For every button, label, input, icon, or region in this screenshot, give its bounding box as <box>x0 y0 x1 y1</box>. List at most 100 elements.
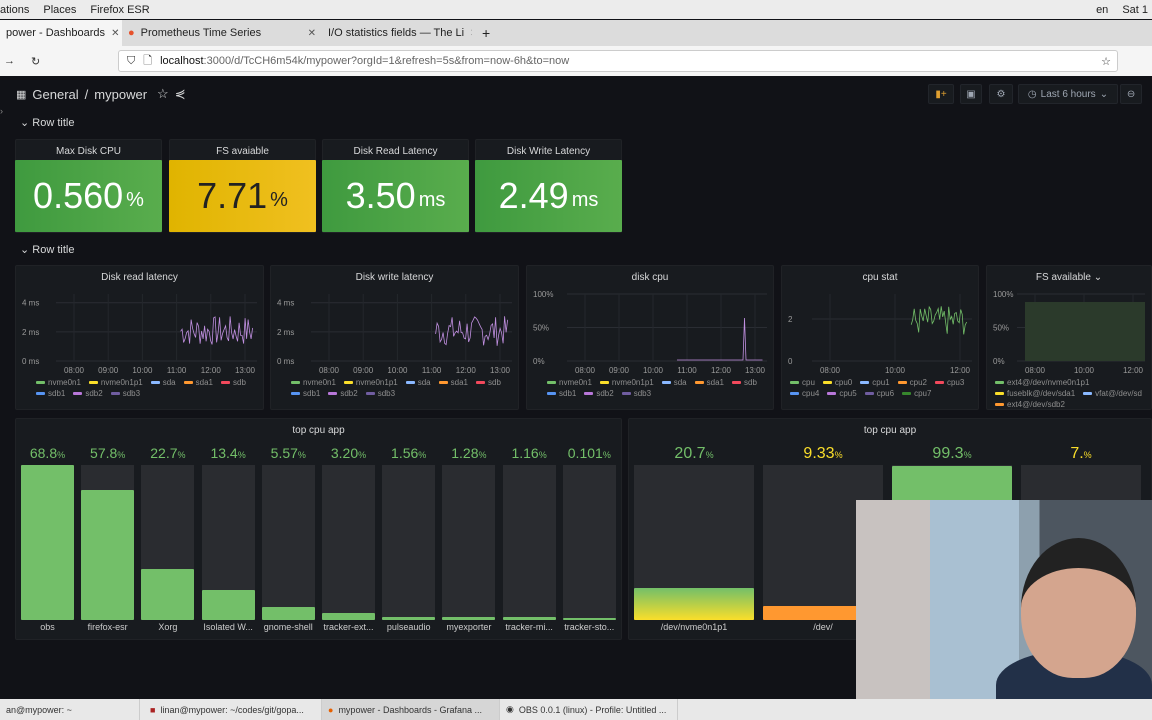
bookmark-star-icon[interactable]: ☆ <box>1101 55 1111 68</box>
legend-item[interactable]: ext4@/dev/nvme0n1p1 <box>995 378 1089 387</box>
legend-item[interactable]: sda <box>661 378 687 387</box>
url-bar[interactable]: ⛉ 🗋 localhost:3000/d/TcCH6m54k/mypower?or… <box>118 50 1118 72</box>
legend-item[interactable]: fuseblk@/dev/sda1 <box>995 389 1075 398</box>
breadcrumb-folder[interactable]: General <box>32 87 78 102</box>
legend-item[interactable]: cpu6 <box>864 389 894 398</box>
bar-value: 3.20% <box>318 445 379 461</box>
row-header[interactable]: ⌄ Row title <box>20 243 74 256</box>
shield-icon[interactable]: ⛉ <box>127 55 135 68</box>
legend-item[interactable]: cpu4 <box>790 389 819 398</box>
tab-prometheus[interactable]: ● Prometheus Time Series ✕ <box>122 20 322 46</box>
legend-item[interactable]: nvme0n1 <box>291 378 336 387</box>
clock[interactable]: Sat 1 <box>1122 4 1148 16</box>
legend-item[interactable]: cpu7 <box>902 389 931 398</box>
bar-gauge[interactable] <box>502 465 556 620</box>
legend-item[interactable]: sda <box>150 378 176 387</box>
legend-item[interactable]: cpu0 <box>822 378 852 387</box>
legend-item[interactable]: cpu <box>790 378 815 387</box>
graph-plot[interactable]: 4 ms 2 ms 0 ms 08:00 09:00 10:00 11:00 12:00 13:… <box>16 266 265 376</box>
legend-item[interactable]: sdb1 <box>291 389 320 398</box>
legend-item[interactable]: nvme0n1 <box>547 378 592 387</box>
app-menu[interactable]: Firefox ESR <box>90 4 149 16</box>
taskbar-item-terminal[interactable]: an@mypower: ~ <box>0 699 140 720</box>
stat-value: 2.49 <box>498 175 569 216</box>
tab-io-stats[interactable]: I/O statistics fields — The Li ✕ <box>322 20 472 46</box>
reload-icon[interactable]: ↻ <box>31 55 40 68</box>
legend-item[interactable]: sdb2 <box>73 389 103 398</box>
legend-item[interactable]: vfat@/dev/sd <box>1083 389 1142 398</box>
bar-gauge[interactable] <box>562 465 616 620</box>
legend-item[interactable]: sdb1 <box>547 389 576 398</box>
star-icon[interactable]: ☆ <box>157 86 169 102</box>
x-tick-label: 12:00 <box>950 366 971 375</box>
legend-item[interactable]: sda1 <box>438 378 468 387</box>
legend-item[interactable]: cpu1 <box>860 378 890 387</box>
taskbar-item-terminal-2[interactable]: ■ linan@mypower: ~/codes/git/gopa... <box>144 699 322 720</box>
graph-panel[interactable]: disk cpu 100% 50% 0% 08:00 09:00 10:00 11:00 12:… <box>526 265 774 410</box>
legend-item[interactable]: sda1 <box>183 378 213 387</box>
bar-gauge[interactable] <box>442 465 496 620</box>
graph-panel[interactable]: Disk write latency 4 ms 2 ms 0 ms 08:00 09:00… <box>270 265 519 410</box>
legend-item[interactable]: ext4@/dev/sdb2 <box>995 400 1065 409</box>
graph-plot[interactable]: 2 0 08:00 10:00 12:00 <box>782 266 980 376</box>
bar-gauge[interactable] <box>382 465 436 620</box>
activities-menu[interactable]: ations <box>0 4 29 16</box>
bar-gauge[interactable] <box>261 465 315 620</box>
close-icon[interactable]: ✕ <box>308 28 316 39</box>
sidebar-expand-icon[interactable]: › <box>0 106 3 116</box>
legend-item[interactable]: sdb2 <box>328 389 358 398</box>
time-picker[interactable]: ◷ Last 6 hours ⌄ <box>1018 84 1118 104</box>
tab-grafana[interactable]: power - Dashboards ✕ <box>0 20 122 46</box>
legend-item[interactable]: cpu2 <box>897 378 927 387</box>
settings-button[interactable]: ⚙ <box>989 84 1013 104</box>
legend-label: cpu7 <box>914 389 932 398</box>
bar-gauge[interactable] <box>634 465 754 620</box>
bar-gauge[interactable] <box>201 465 255 620</box>
legend-item[interactable]: sda <box>405 378 431 387</box>
legend-item[interactable]: sdb1 <box>36 389 65 398</box>
graph-panel[interactable]: cpu stat 2 0 08:00 10:00 12:00 cpu cpu0 cpu1 cpu2… <box>781 265 979 410</box>
legend-item[interactable]: sdb3 <box>110 389 140 398</box>
legend-item[interactable]: nvme0n1p1 <box>343 378 398 387</box>
graph-plot[interactable]: 4 ms 2 ms 0 ms 08:00 09:00 10:00 11:00 12:00 13:… <box>271 266 520 376</box>
legend-item[interactable]: sdb2 <box>584 389 614 398</box>
legend-item[interactable]: cpu3 <box>934 378 964 387</box>
legend-item[interactable]: cpu5 <box>827 389 857 398</box>
bar-gauge[interactable] <box>141 465 195 620</box>
taskbar-item-firefox[interactable]: ● mypower - Dashboards - Grafana ... <box>322 699 500 720</box>
graph-plot[interactable]: 100% 50% 0% 08:00 09:00 10:00 11:00 12:00 13:00 <box>527 266 775 376</box>
zoom-out-button[interactable]: ⊖ <box>1120 84 1142 104</box>
close-icon[interactable]: ✕ <box>470 28 472 39</box>
legend-item[interactable]: sdb3 <box>621 389 651 398</box>
legend-swatch <box>73 392 83 395</box>
legend-item[interactable]: sdb <box>732 378 757 387</box>
taskbar-item-obs[interactable]: ◉ OBS 0.0.1 (linux) - Profile: Untitled .… <box>500 699 678 720</box>
legend-item[interactable]: nvme0n1 <box>36 378 81 387</box>
bar-gauge[interactable] <box>81 465 135 620</box>
legend-swatch <box>995 403 1004 406</box>
forward-icon[interactable]: → <box>4 55 15 67</box>
close-icon[interactable]: ✕ <box>111 28 119 39</box>
graph-panel[interactable]: Disk read latency 4 ms 2 ms 0 ms 08:00 09:00 1… <box>15 265 264 410</box>
row-header[interactable]: ⌄ Row title <box>20 116 74 129</box>
dashboard-header: ▦ General / mypower ☆ ⋞ <box>0 80 600 108</box>
legend-item[interactable]: sdb <box>476 378 501 387</box>
language-indicator[interactable]: en <box>1096 4 1108 16</box>
bar-gauge[interactable] <box>21 465 74 620</box>
save-dashboard-button[interactable]: ▣ <box>960 84 982 104</box>
bar-gauge-panel[interactable]: top cpu app 68.8% obs 57.8% firefox-esr 22.7%… <box>15 418 622 640</box>
legend-item[interactable]: nvme0n1p1 <box>88 378 143 387</box>
bar-fill <box>261 607 315 620</box>
graph-plot[interactable]: 100% 50% 0% 08:00 10:00 12:00 <box>987 266 1152 376</box>
legend-item[interactable]: sdb <box>221 378 246 387</box>
bar-gauge[interactable] <box>322 465 375 620</box>
legend-item[interactable]: sda1 <box>694 378 724 387</box>
new-tab-button[interactable]: + <box>482 25 490 41</box>
page-title[interactable]: mypower <box>94 87 147 102</box>
places-menu[interactable]: Places <box>43 4 76 16</box>
share-icon[interactable]: ⋞ <box>175 86 186 102</box>
legend-item[interactable]: nvme0n1p1 <box>599 378 654 387</box>
add-panel-button[interactable]: ▮+ <box>928 84 954 104</box>
graph-panel[interactable]: FS available ⌄ 100% 50% 0% 08:00 10:00 12:00 ex… <box>986 265 1152 410</box>
legend-item[interactable]: sdb3 <box>365 389 395 398</box>
